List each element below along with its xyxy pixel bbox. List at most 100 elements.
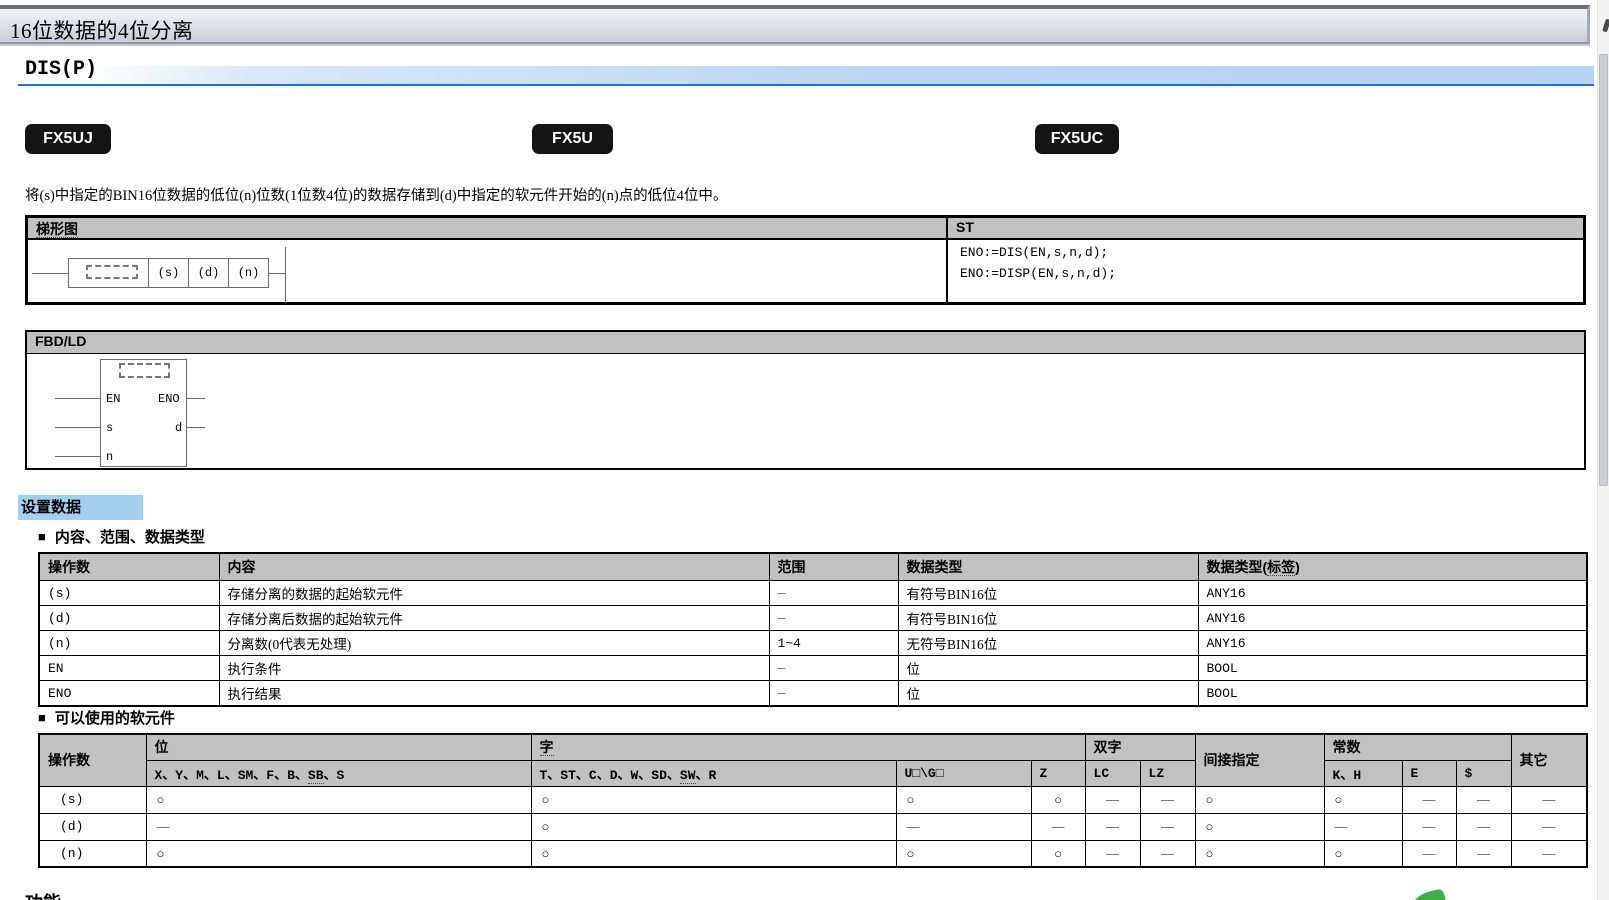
subsection-title: 可以使用的软元件: [55, 710, 175, 727]
cell-operand: ENO: [39, 681, 219, 707]
cell-bit: ○: [146, 840, 531, 867]
cell-z: ○: [1031, 786, 1085, 813]
ladder-param-s: (s): [148, 258, 189, 288]
cell-lz: —: [1140, 786, 1195, 813]
model-badge-fx5u: FX5U: [532, 124, 613, 154]
square-bullet-icon: ■: [38, 710, 46, 725]
table-row: EN 执行条件 — 位 BOOL: [39, 656, 1587, 681]
word-devices-text: 、R: [696, 768, 717, 783]
table-row: (n) ○ ○ ○ ○ — — ○ ○ — — —: [39, 840, 1587, 867]
fbd-stub-en: [55, 398, 100, 399]
cell-operand: EN: [39, 656, 219, 681]
ladder-instruction-box: [68, 258, 149, 288]
cell-dollar: —: [1456, 786, 1511, 813]
word-glossary-link[interactable]: 字: [540, 739, 554, 756]
sub-header-z: Z: [1031, 760, 1085, 786]
subsection-title: 内容、范围、数据类型: [55, 529, 205, 546]
cell-bit: ○: [146, 786, 531, 813]
cell-word: ○: [531, 786, 896, 813]
sub-header-ug: U□\G□: [896, 760, 1031, 786]
col-header-indirect: 间接指定: [1195, 734, 1324, 786]
group-header-word: 字: [531, 734, 1085, 760]
cell-other: —: [1511, 786, 1587, 813]
bit-devices-text: 、S: [324, 768, 345, 783]
cell-range: 1~4: [769, 631, 898, 656]
word-devices-text: T、ST、C、D、W、SD、: [540, 768, 680, 783]
sub-header-bit-devices: X、Y、M、L、SM、F、B、SB、S: [146, 760, 531, 786]
cell-e: —: [1402, 813, 1456, 840]
cell-bit: —: [146, 813, 531, 840]
fbd-output-d: d: [175, 421, 182, 435]
group-header-constant: 常数: [1324, 734, 1511, 760]
table-sub-header-row: X、Y、M、L、SM、F、B、SB、S T、ST、C、D、W、SD、SW、R U…: [39, 760, 1587, 786]
cell-label: BOOL: [1198, 656, 1587, 681]
next-section-heading: 功能: [25, 889, 61, 900]
fbd-stub-eno: [187, 398, 205, 399]
sub-header-word-devices: T、ST、C、D、W、SD、SW、R: [531, 760, 896, 786]
cell-content: 执行条件: [219, 656, 769, 681]
cell-datatype: 无符号BIN16位: [898, 631, 1198, 656]
cell-operand: (d): [39, 813, 146, 840]
col-header-datatype: 数据类型: [898, 553, 1198, 581]
page-title-bar: 16位数据的4位分离: [0, 5, 1590, 44]
col-header-range: 范围: [769, 553, 898, 581]
cell-ug: ○: [896, 786, 1031, 813]
subsection-usable-devices: ■ 可以使用的软元件: [38, 707, 175, 728]
fbd-instruction-placeholder-icon: [119, 363, 170, 378]
cell-datatype: 位: [898, 656, 1198, 681]
col-header-operand: 操作数: [39, 734, 146, 786]
cell-datatype: 有符号BIN16位: [898, 606, 1198, 631]
st-header-cell: ST: [947, 217, 1584, 239]
ladder-st-table: 梯形图 ST (s) (d) (n) ENO:=DIS(EN,s,n,d); E…: [25, 215, 1586, 305]
table-row: (s) ○ ○ ○ ○ — — ○ ○ — — —: [39, 786, 1587, 813]
cell-ug: ○: [896, 840, 1031, 867]
sb-glossary-link[interactable]: SB: [308, 768, 324, 784]
cell-kh: ○: [1324, 786, 1402, 813]
fbd-header-cell: FBD/LD: [27, 332, 1584, 354]
section-heading-setting-data: 设置数据: [18, 495, 143, 520]
vertical-scrollbar-thumb[interactable]: [1599, 54, 1608, 486]
fbd-input-s: s: [106, 421, 113, 435]
ladder-header-cell: 梯形图: [27, 217, 947, 239]
cell-kh: —: [1324, 813, 1402, 840]
instruction-name: DIS(P): [25, 58, 97, 81]
cell-label: ANY16: [1198, 631, 1587, 656]
cell-word: ○: [531, 813, 896, 840]
table-row: (n) 分离数(0代表无处理) 1~4 无符号BIN16位 ANY16: [39, 631, 1587, 656]
cell-lc: —: [1085, 813, 1140, 840]
cell-content: 分离数(0代表无处理): [219, 631, 769, 656]
instruction-description: 将(s)中指定的BIN16位数据的低位(n)位数(1位数4位)的数据存储到(d)…: [25, 184, 727, 205]
cell-operand: (s): [39, 581, 219, 606]
fbd-input-n: n: [106, 450, 113, 464]
fbd-output-eno: ENO: [158, 392, 180, 406]
fbd-ld-table: FBD/LD EN s n ENO d: [25, 330, 1586, 470]
operand-content-table: 操作数 内容 范围 数据类型 数据类型(标签) (s) 存储分离的数据的起始软元…: [38, 552, 1588, 707]
cell-datatype: 有符号BIN16位: [898, 581, 1198, 606]
sub-header-lc: LC: [1085, 760, 1140, 786]
cell-other: —: [1511, 840, 1587, 867]
st-code-line: ENO:=DISP(EN,s,n,d);: [960, 266, 1116, 281]
fbd-stub-d: [187, 427, 205, 428]
sub-header-lz: LZ: [1140, 760, 1195, 786]
cell-lz: —: [1140, 840, 1195, 867]
cell-kh: ○: [1324, 840, 1402, 867]
cell-word: ○: [531, 840, 896, 867]
ladder-param-n: (n): [228, 258, 269, 288]
col-header-datatype-label: 数据类型(标签): [1198, 553, 1587, 581]
cell-range: —: [769, 606, 898, 631]
cell-operand: (n): [39, 840, 146, 867]
green-swoosh-icon: [1411, 888, 1447, 900]
sw-glossary-link[interactable]: SW: [680, 768, 696, 784]
cell-datatype: 位: [898, 681, 1198, 707]
ladder-glossary-link[interactable]: 梯形图: [36, 221, 78, 238]
cell-lz: —: [1140, 813, 1195, 840]
table-header-row: 操作数 内容 范围 数据类型 数据类型(标签): [39, 553, 1587, 581]
model-badge-fx5uc: FX5UC: [1035, 124, 1119, 154]
cell-range: —: [769, 656, 898, 681]
cell-e: —: [1402, 786, 1456, 813]
label-glossary-link[interactable]: 标签: [1267, 559, 1295, 576]
ladder-left-line: [32, 273, 68, 274]
manual-page: 16位数据的4位分离 DIS(P) FX5UJ FX5U FX5UC 将(s)中…: [0, 0, 1609, 900]
instruction-heading-band: [18, 66, 1594, 86]
cell-range: —: [769, 681, 898, 707]
